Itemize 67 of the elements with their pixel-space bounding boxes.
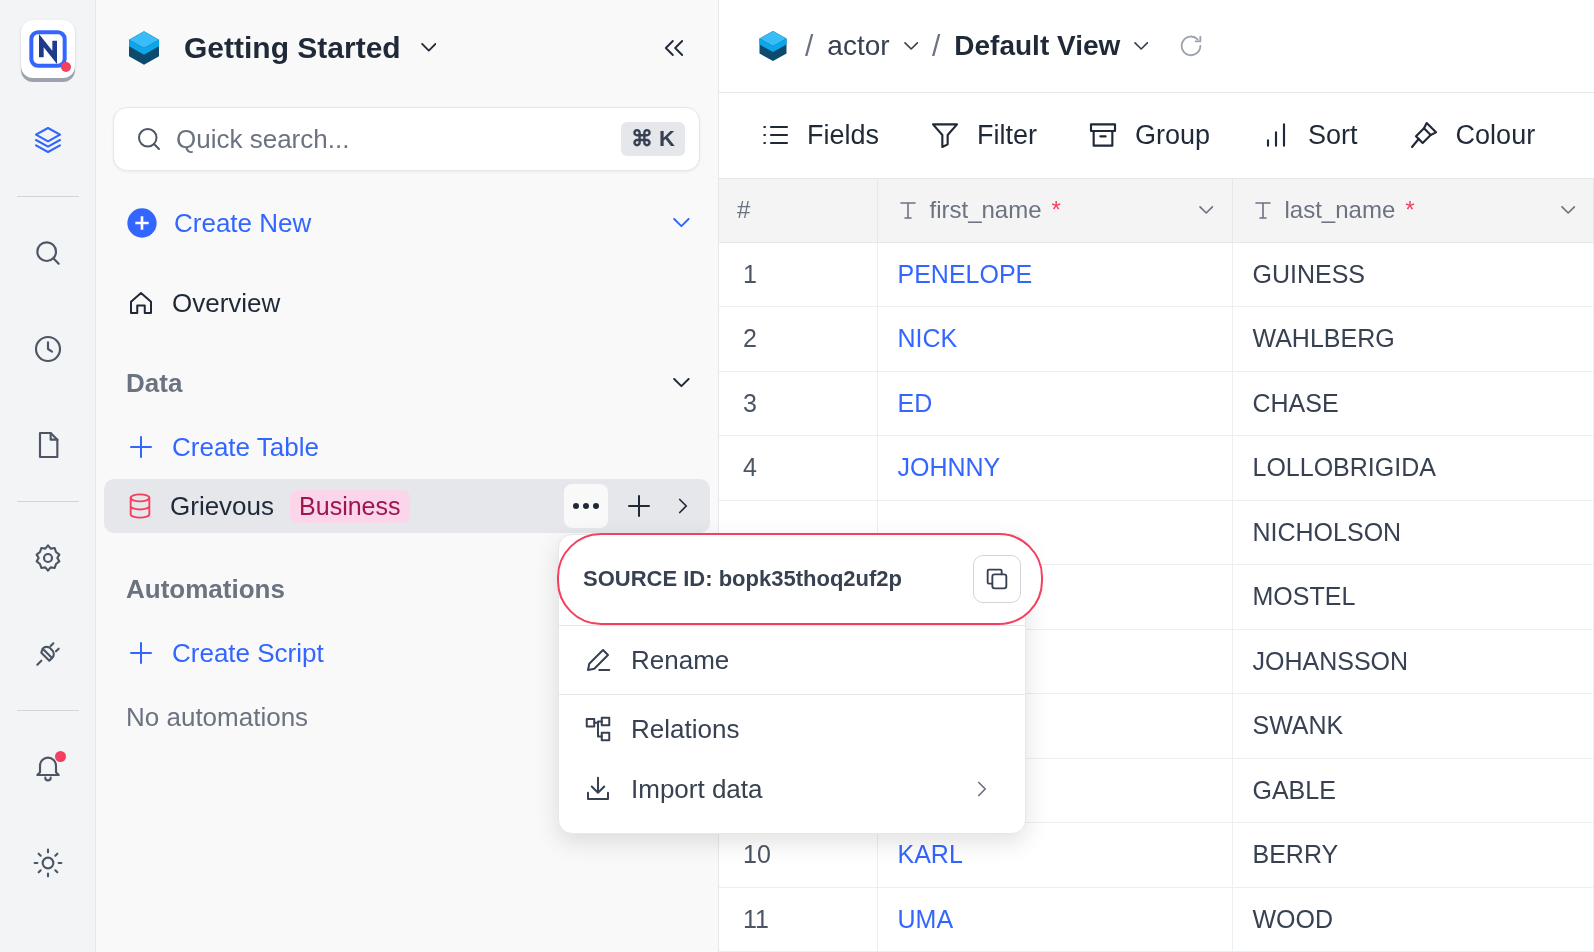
menu-item[interactable]: Rename bbox=[559, 630, 1025, 690]
chevron-down-icon bbox=[903, 41, 918, 51]
toolbar-button[interactable]: Filter bbox=[929, 119, 1038, 152]
table-cell: LOLLOBRIGIDA bbox=[1232, 435, 1594, 500]
table-cell: WOOD bbox=[1232, 887, 1594, 952]
chevron-down-icon bbox=[1134, 41, 1149, 51]
chevron-down-icon bbox=[1560, 205, 1575, 215]
table-cell[interactable]: PENELOPE bbox=[877, 242, 1232, 307]
search-bar[interactable]: Quick search... ⌘ K bbox=[113, 107, 700, 171]
toolbar-button[interactable]: Colour bbox=[1407, 119, 1536, 152]
row-number: 2 bbox=[719, 306, 877, 371]
section-title: Data bbox=[126, 367, 183, 399]
table-cell: WAHLBERG bbox=[1232, 306, 1594, 371]
table-cell: MOSTEL bbox=[1232, 564, 1594, 629]
row-number: 1 bbox=[719, 242, 877, 307]
table-cell: CHASE bbox=[1232, 371, 1594, 436]
view-name[interactable]: Default View bbox=[954, 29, 1121, 62]
menu-item[interactable]: Relations bbox=[559, 699, 1025, 759]
column-header[interactable]: # bbox=[719, 178, 877, 242]
column-header[interactable]: first_name * bbox=[877, 178, 1232, 242]
search-field[interactable]: Quick search... bbox=[174, 122, 611, 156]
theme-icon bbox=[31, 847, 64, 879]
table-cell: SWANK bbox=[1232, 693, 1594, 758]
table-cell: NICHOLSON bbox=[1232, 500, 1594, 565]
required-mark: * bbox=[1051, 196, 1061, 224]
section-title: Automations bbox=[126, 573, 285, 605]
breadcrumb-separator: / bbox=[932, 28, 941, 63]
source-item[interactable]: Grievous Business bbox=[104, 479, 710, 533]
source-name: Grievous bbox=[170, 490, 275, 522]
source-id: SOURCE ID: bopk35thoq2uf2p bbox=[583, 566, 902, 592]
column-header[interactable]: last_name * bbox=[1232, 178, 1594, 242]
copy-button[interactable] bbox=[973, 555, 1021, 603]
shortcut-key: ⌘ K bbox=[621, 122, 685, 156]
chevron-down-icon bbox=[673, 217, 690, 229]
table-cell: GUINESS bbox=[1232, 242, 1594, 307]
required-mark: * bbox=[1405, 196, 1415, 224]
table-cell[interactable]: UMA bbox=[877, 887, 1232, 952]
diagram-icon bbox=[583, 714, 613, 744]
table-cell: GABLE bbox=[1232, 758, 1594, 823]
chevron-down-icon bbox=[1199, 205, 1214, 215]
row-number: 4 bbox=[719, 435, 877, 500]
menu-item[interactable]: Import data bbox=[559, 759, 1025, 819]
breadcrumb-separator: / bbox=[805, 28, 814, 63]
row-number: 3 bbox=[719, 371, 877, 436]
plus-circle-icon bbox=[126, 207, 158, 239]
row-number: 11 bbox=[719, 887, 877, 952]
chevron-down-icon bbox=[420, 42, 437, 53]
table-cell: BERRY bbox=[1232, 822, 1594, 887]
table-cell[interactable]: NICK bbox=[877, 306, 1232, 371]
table-cell[interactable]: JOHNNY bbox=[877, 435, 1232, 500]
more-button[interactable] bbox=[564, 484, 608, 528]
plan-tag: Business bbox=[290, 489, 410, 523]
chevron-down-icon bbox=[673, 377, 690, 389]
empty-message: No automations bbox=[126, 701, 309, 733]
toolbar-button[interactable]: Fields bbox=[759, 119, 880, 152]
table-name[interactable]: actor bbox=[827, 29, 890, 62]
more-icon bbox=[572, 502, 600, 510]
create-table-link[interactable]: Create Table bbox=[172, 431, 319, 463]
workspace-title[interactable]: Getting Started bbox=[184, 30, 401, 65]
create-new-link[interactable]: Create New bbox=[174, 207, 312, 239]
table-cell[interactable]: ED bbox=[877, 371, 1232, 436]
toolbar-button[interactable]: Group bbox=[1087, 119, 1211, 152]
toolbar-button[interactable]: Sort bbox=[1260, 119, 1358, 152]
overview-link[interactable]: Overview bbox=[172, 287, 281, 319]
table-cell: JOHANSSON bbox=[1232, 629, 1594, 694]
logo-icon bbox=[27, 29, 68, 69]
create-script-link[interactable]: Create Script bbox=[172, 637, 324, 669]
